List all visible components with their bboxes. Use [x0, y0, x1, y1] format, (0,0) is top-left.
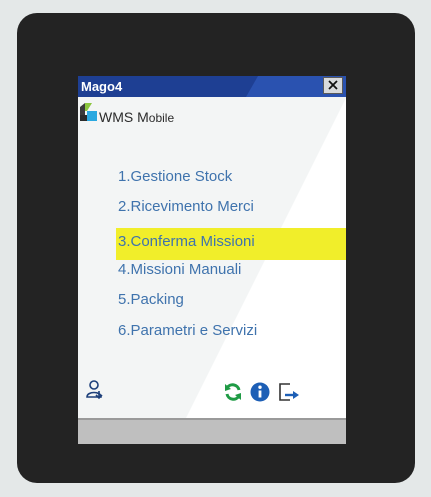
status-bar: [78, 418, 346, 444]
menu-item-packing[interactable]: 5.Packing: [118, 289, 338, 311]
app-screen: Mago4 WMS Mobile 1.Gestione Stock 2.Rice…: [78, 76, 346, 444]
close-icon: [328, 80, 338, 90]
menu-item-gestione-stock[interactable]: 1.Gestione Stock: [118, 166, 338, 188]
logout-icon[interactable]: [278, 381, 300, 403]
user-switch-icon[interactable]: [85, 379, 107, 401]
menu-item-missioni-manuali[interactable]: 4.Missioni Manuali: [118, 259, 338, 281]
app-name-main: WMS M: [99, 109, 149, 125]
brand-header: WMS Mobile: [80, 103, 280, 127]
menu-item-conferma-missioni[interactable]: 3.Conferma Missioni: [116, 228, 346, 260]
title-bar: Mago4: [78, 76, 346, 97]
refresh-icon[interactable]: [223, 382, 243, 402]
app-name-suffix: obile: [148, 111, 175, 125]
info-icon[interactable]: [250, 382, 270, 402]
close-button[interactable]: [323, 77, 343, 94]
menu-item-parametri-servizi[interactable]: 6.Parametri e Servizi: [118, 320, 338, 342]
app-name: WMS Mobile: [99, 109, 174, 125]
window-title: Mago4: [81, 79, 123, 94]
wms-logo-icon: [80, 103, 97, 121]
menu-item-ricevimento-merci[interactable]: 2.Ricevimento Merci: [118, 196, 338, 218]
